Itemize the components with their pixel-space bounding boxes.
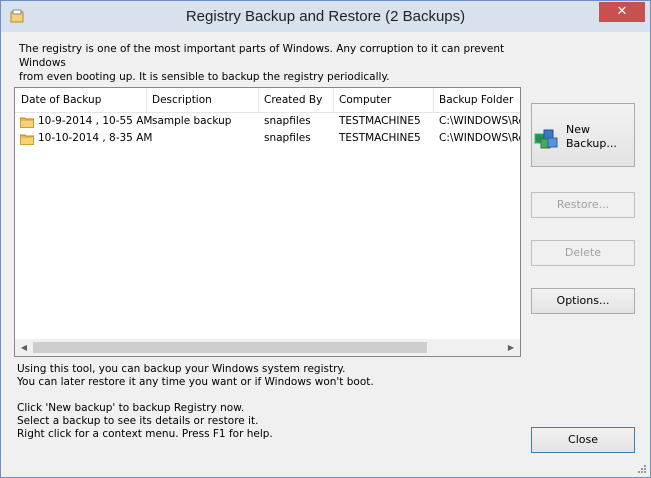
new-backup-button[interactable]: New Backup...	[531, 103, 635, 167]
cell-backup-folder: C:\WINDOWS\Re	[439, 132, 521, 144]
help-line-4: Select a backup to see its details or re…	[17, 415, 259, 427]
help-line-3: Click 'New backup' to backup Registry no…	[17, 402, 245, 414]
window-close-button[interactable]: ✕	[599, 2, 645, 22]
intro-line-2: from even booting up. It is sensible to …	[19, 71, 390, 83]
title-bar[interactable]: Registry Backup and Restore (2 Backups) …	[1, 1, 650, 32]
table-row[interactable]: 10-10-2014 , 8-35 AM snapfiles TESTMACHI…	[15, 131, 520, 148]
cell-computer: TESTMACHINE5	[339, 132, 421, 144]
column-computer[interactable]: Computer	[339, 94, 391, 106]
help-text: Using this tool, you can backup your Win…	[17, 363, 497, 441]
new-backup-label-line-2: Backup...	[566, 137, 617, 150]
folder-icon	[20, 117, 34, 128]
cell-computer: TESTMACHINE5	[339, 115, 421, 127]
intro-line-1: The registry is one of the most importan…	[19, 43, 505, 69]
cell-created-by: snapfiles	[264, 132, 311, 144]
backups-list[interactable]: Date of Backup Description Created By Co…	[14, 87, 521, 357]
main-window: Registry Backup and Restore (2 Backups) …	[0, 0, 651, 478]
column-backup-folder[interactable]: Backup Folder	[439, 94, 513, 106]
scrollbar-thumb[interactable]	[33, 342, 427, 353]
help-line-1: Using this tool, you can backup your Win…	[17, 363, 346, 375]
registry-cubes-icon	[534, 129, 558, 149]
intro-text: The registry is one of the most importan…	[19, 42, 519, 84]
new-backup-label-line-1: New	[566, 123, 590, 136]
list-header: Date of Backup Description Created By Co…	[15, 88, 520, 113]
cell-description: sample backup	[152, 115, 232, 127]
scroll-right-icon[interactable]: ▶	[504, 341, 518, 354]
cell-date: 10-10-2014 , 8-35 AM	[38, 132, 153, 144]
cell-backup-folder: C:\WINDOWS\Re	[439, 115, 521, 127]
new-backup-label: New Backup...	[566, 123, 617, 151]
help-line-5: Right click for a context menu. Press F1…	[17, 428, 273, 440]
table-row[interactable]: 10-9-2014 , 10-55 AM sample backup snapf…	[15, 114, 520, 131]
resize-grip-icon[interactable]	[637, 464, 647, 474]
scroll-left-icon[interactable]: ◀	[17, 341, 31, 354]
cell-date: 10-9-2014 , 10-55 AM	[38, 115, 153, 127]
options-button[interactable]: Options...	[531, 288, 635, 314]
column-created-by[interactable]: Created By	[264, 94, 322, 106]
restore-button[interactable]: Restore...	[531, 192, 635, 218]
window-title: Registry Backup and Restore (2 Backups)	[185, 8, 466, 25]
column-description[interactable]: Description	[152, 94, 212, 106]
column-date[interactable]: Date of Backup	[21, 94, 101, 106]
horizontal-scrollbar[interactable]: ◀ ▶	[15, 339, 520, 356]
cell-created-by: snapfiles	[264, 115, 311, 127]
help-line-2: You can later restore it any time you wa…	[17, 376, 374, 388]
folder-icon	[20, 134, 34, 145]
delete-button[interactable]: Delete	[531, 240, 635, 266]
close-button[interactable]: Close	[531, 427, 635, 453]
